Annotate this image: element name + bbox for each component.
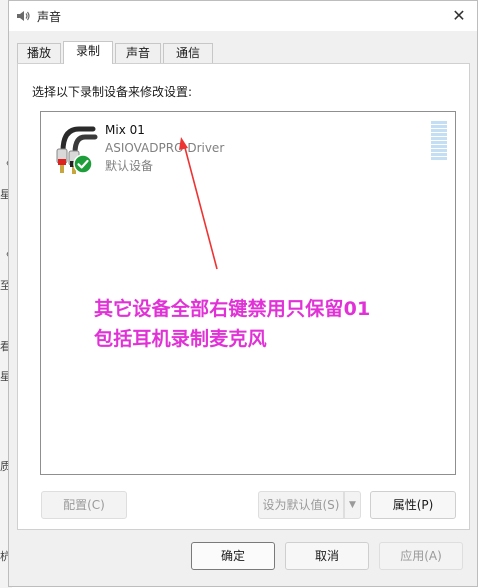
tab-sounds[interactable]: 声音 [115,43,161,63]
recording-panel: 选择以下录制设备来修改设置: Mix 01 ASIOVADPRO Driver … [17,63,470,530]
annotation-line-1: 其它设备全部右键禁用只保留01 [94,298,371,320]
apply-button[interactable]: 应用(A) [379,542,463,570]
ok-button[interactable]: 确定 [191,542,275,570]
speaker-icon [17,11,30,21]
properties-button[interactable]: 属性(P) [370,491,456,519]
chevron-down-icon: ▼ [349,500,356,510]
configure-button[interactable]: 配置(C) [41,491,127,519]
title-bar: 声音 ✕ [9,1,477,31]
green-check-icon [73,154,93,174]
close-icon: ✕ [452,6,466,25]
sound-dialog: 声音 ✕ 播放 录制 声音 通信 选择以下录制设备来修改设置: Mix 01 A… [8,0,478,587]
device-name: Mix 01 [105,123,145,137]
tab-communications[interactable]: 通信 [163,43,213,63]
annotation-line-2: 包括耳机录制麦克风 [94,328,267,350]
device-status: 默认设备 [105,159,154,173]
close-button[interactable]: ✕ [449,6,469,26]
tab-playback[interactable]: 播放 [17,43,61,63]
device-driver: ASIOVADPRO Driver [105,141,225,155]
device-list[interactable]: Mix 01 ASIOVADPRO Driver 默认设备 [40,111,456,475]
tab-recording[interactable]: 录制 [63,41,113,64]
level-meter [431,121,447,161]
set-default-button[interactable]: 设为默认值(S) [258,491,344,519]
cancel-button[interactable]: 取消 [285,542,369,570]
set-default-dropdown[interactable]: ▼ [344,491,361,519]
window-title: 声音 [37,10,62,24]
instruction-text: 选择以下录制设备来修改设置: [32,85,193,99]
